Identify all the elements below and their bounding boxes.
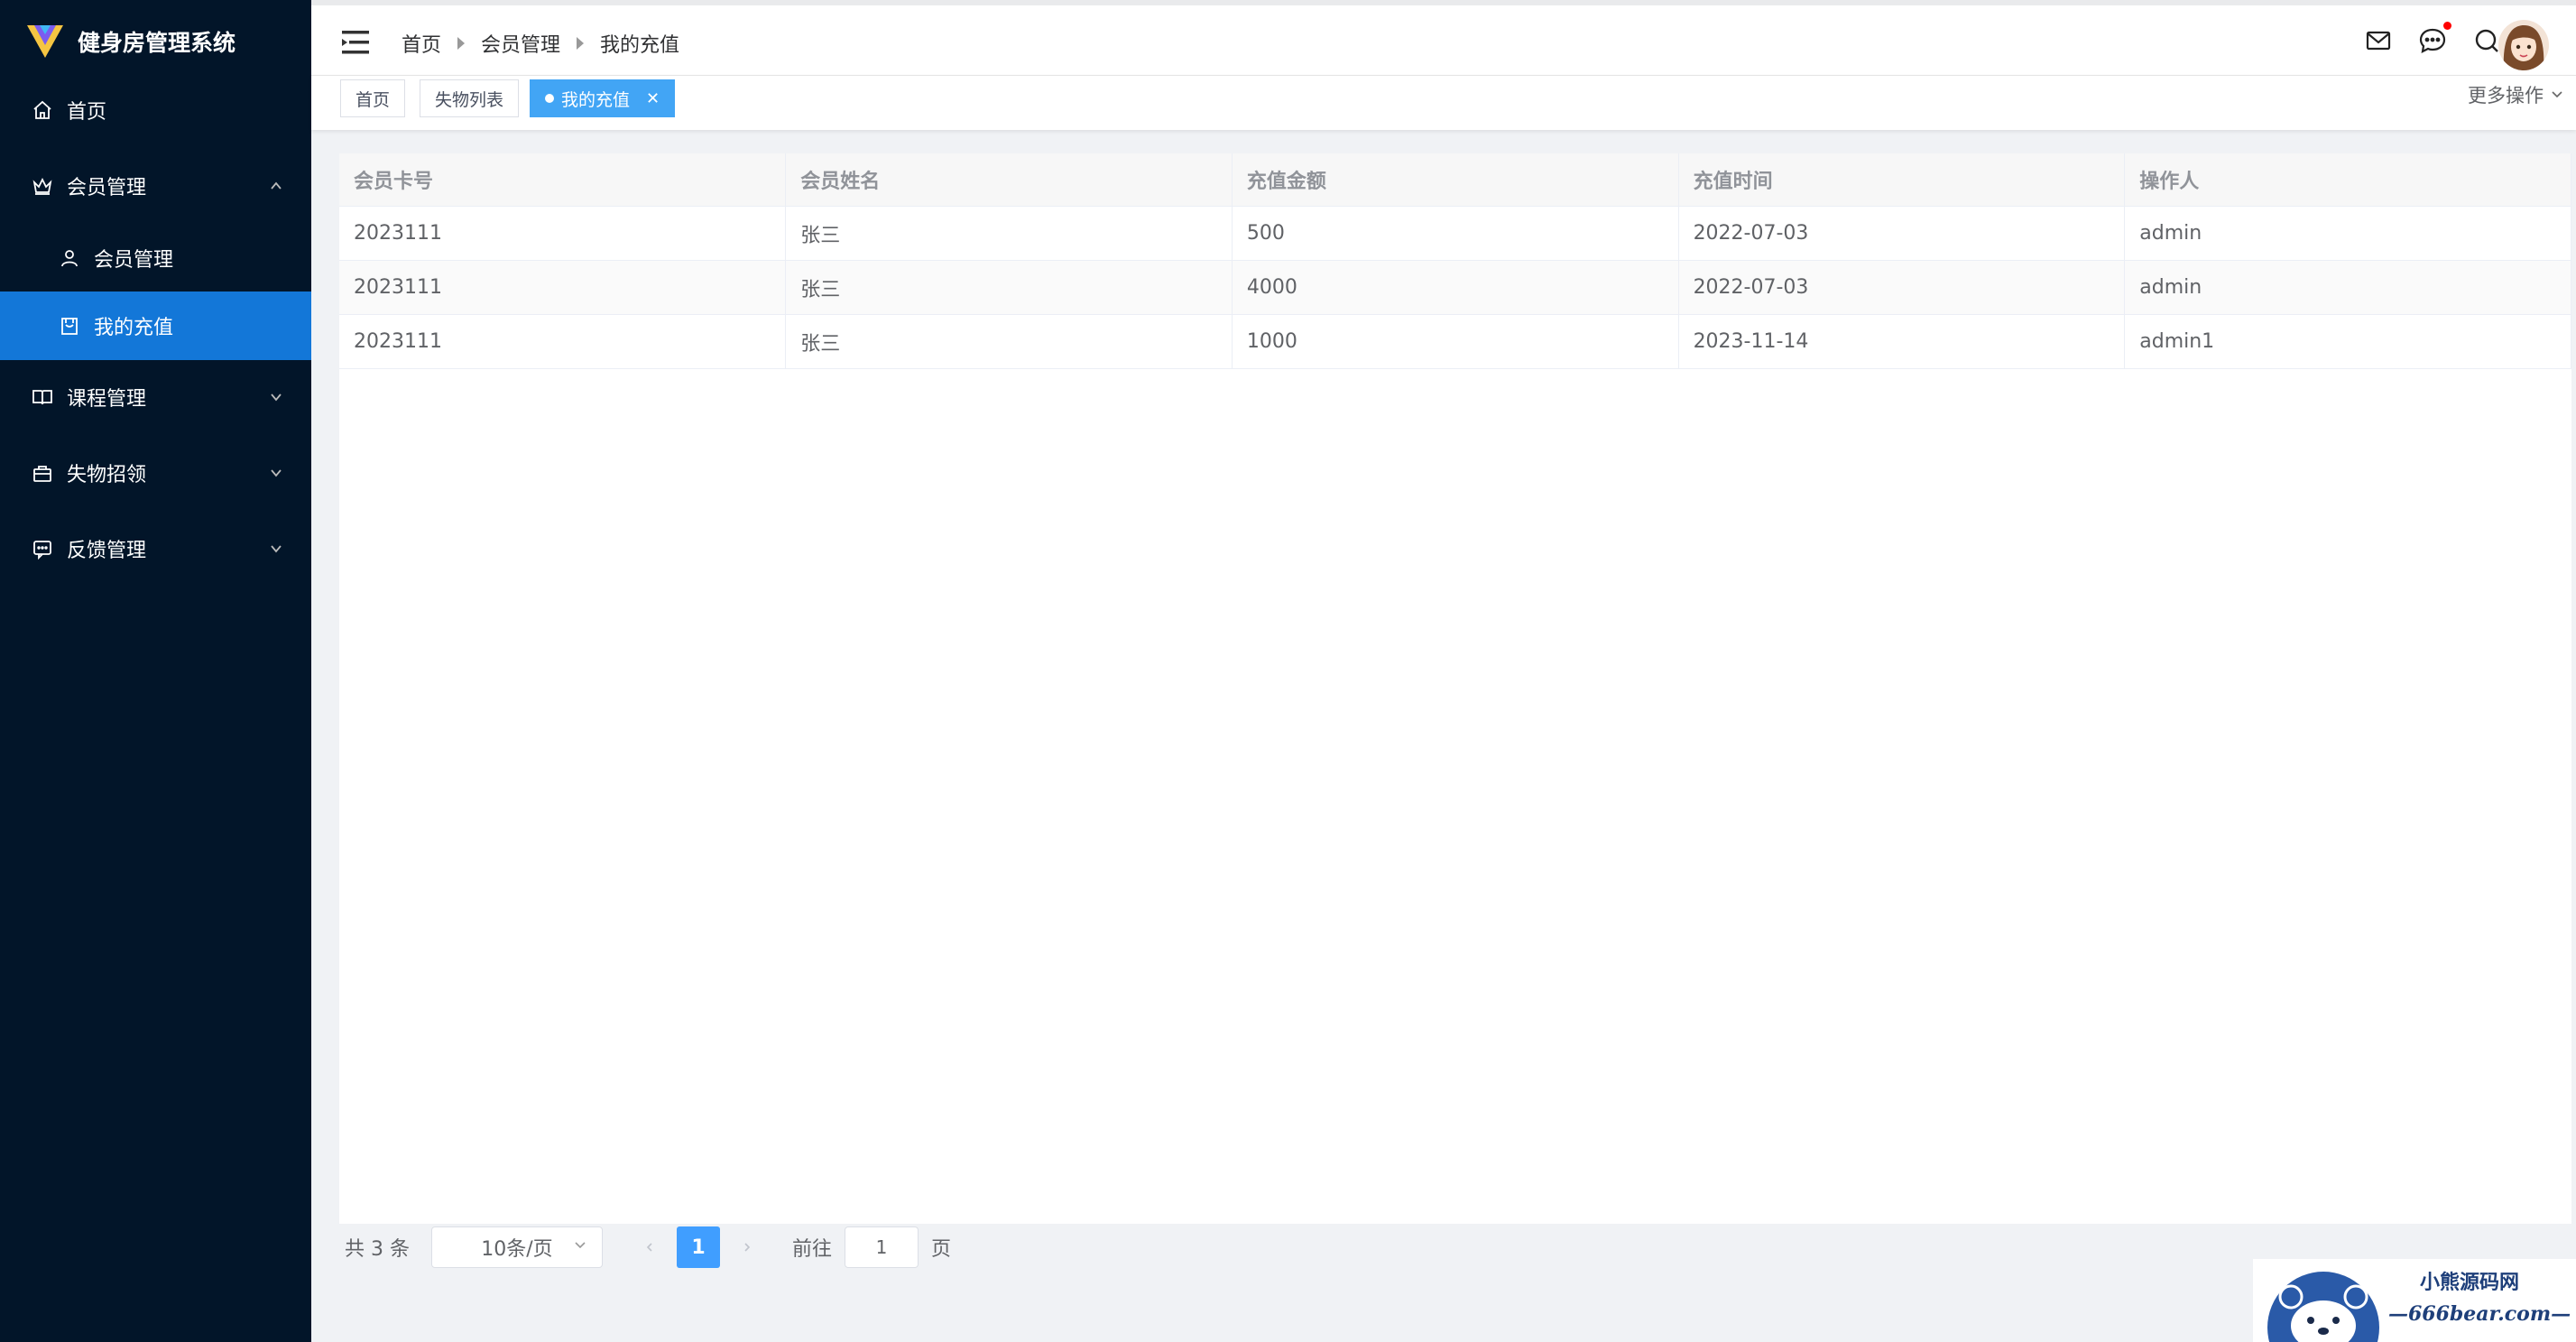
tag-lost-list[interactable]: 失物列表 bbox=[420, 79, 520, 117]
table-header-row: 会员卡号 会员姓名 充值金额 充值时间 操作人 bbox=[339, 153, 2571, 207]
chat-icon bbox=[31, 537, 54, 560]
table-row[interactable]: 2023111 张三 1000 2023-11-14 admin1 bbox=[339, 314, 2571, 369]
sidebar-item-label: 会员管理 bbox=[94, 249, 174, 272]
pagination-total: 共 3 条 bbox=[345, 1238, 410, 1261]
chevron-down-icon bbox=[575, 1242, 586, 1249]
tags-view-bar: 首页 失物列表 我的充值 ✕ 更多操作 bbox=[311, 76, 2576, 130]
sidebar-item-label: 反馈管理 bbox=[67, 540, 147, 562]
page-size-select[interactable]: 10条/页 bbox=[430, 1226, 603, 1268]
table-cell: 2023-11-14 bbox=[1678, 314, 2126, 369]
column-header: 操作人 bbox=[2124, 153, 2571, 207]
watermark-text: 小熊源码网 bbox=[2420, 1271, 2520, 1294]
brand: 健身房管理系统 bbox=[25, 18, 235, 65]
more-actions-dropdown[interactable]: 更多操作 bbox=[2468, 81, 2565, 108]
watermark: 小熊源码网 —666bear.com— bbox=[2253, 1259, 2576, 1342]
crown-icon bbox=[31, 174, 54, 198]
avatar[interactable] bbox=[2498, 20, 2549, 70]
breadcrumb-item[interactable]: 首页 bbox=[402, 29, 441, 58]
breadcrumb-item[interactable]: 会员管理 bbox=[481, 29, 560, 58]
table-cell: 4000 bbox=[1232, 260, 1679, 315]
active-dot-icon bbox=[545, 94, 554, 103]
breadcrumb-separator-icon bbox=[457, 37, 466, 50]
table-cell: 2023111 bbox=[339, 260, 787, 315]
table-cell: 2022-07-03 bbox=[1678, 206, 2126, 261]
table-cell: 500 bbox=[1232, 206, 1679, 261]
sidebar-item-label: 失物招领 bbox=[67, 464, 147, 486]
notification-dot bbox=[2443, 22, 2451, 30]
column-header: 会员姓名 bbox=[785, 153, 1233, 207]
watermark-url: —666bear.com— bbox=[2388, 1302, 2571, 1326]
tag-my-recharge[interactable]: 我的充值 ✕ bbox=[530, 79, 676, 117]
tag-home[interactable]: 首页 bbox=[340, 79, 406, 117]
chevron-down-icon bbox=[271, 393, 282, 402]
app-title: 健身房管理系统 bbox=[78, 30, 236, 56]
next-page-button[interactable] bbox=[727, 1226, 767, 1268]
recharge-table: 会员卡号 会员姓名 充值金额 充值时间 操作人 2023111 张三 500 2… bbox=[339, 153, 2571, 369]
table-cell: admin1 bbox=[2124, 314, 2571, 369]
tag-label: 失物列表 bbox=[435, 89, 504, 110]
table-cell: 2022-07-03 bbox=[1678, 260, 2126, 315]
sidebar-item-lost-found[interactable]: 失物招领 bbox=[0, 439, 311, 507]
breadcrumb-item: 我的充值 bbox=[600, 34, 680, 57]
pagination: 共 3 条 10条/页 1 前往 1 页 bbox=[345, 1226, 951, 1269]
breadcrumb: 首页 会员管理 我的充值 bbox=[402, 29, 679, 58]
table-cell: 张三 bbox=[785, 260, 1233, 315]
chevron-right-icon bbox=[744, 1243, 751, 1252]
table-cell: 2023111 bbox=[339, 206, 787, 261]
message-button[interactable] bbox=[2415, 22, 2451, 58]
sidebar-item-member-manage[interactable]: 会员管理 bbox=[0, 224, 311, 292]
calendar-icon bbox=[58, 314, 81, 338]
sidebar: 健身房管理系统 首页 会员管理 会员管理 我的充值 课程管理 失物招领 反馈管理 bbox=[0, 0, 311, 1342]
logo-icon bbox=[27, 25, 63, 58]
sidebar-item-members[interactable]: 会员管理 bbox=[0, 152, 311, 220]
avatar-image bbox=[2498, 20, 2549, 70]
table-cell: admin bbox=[2124, 206, 2571, 261]
table-panel: 会员卡号 会员姓名 充值金额 充值时间 操作人 2023111 张三 500 2… bbox=[339, 153, 2571, 1224]
table-cell: 1000 bbox=[1232, 314, 1679, 369]
chevron-down-icon bbox=[271, 545, 282, 553]
bear-logo-icon bbox=[2267, 1272, 2379, 1342]
bag-icon bbox=[31, 461, 54, 485]
sidebar-item-label: 我的充值 bbox=[94, 317, 174, 339]
menu-toggle-icon[interactable] bbox=[342, 29, 373, 56]
chevron-up-icon bbox=[271, 181, 282, 190]
page-number-current[interactable]: 1 bbox=[676, 1226, 720, 1268]
tag-label: 首页 bbox=[355, 89, 391, 110]
breadcrumb-separator-icon bbox=[577, 37, 585, 50]
column-header: 充值时间 bbox=[1678, 153, 2126, 207]
column-header: 会员卡号 bbox=[339, 153, 787, 207]
book-icon bbox=[31, 385, 54, 409]
table-cell: 2023111 bbox=[339, 314, 787, 369]
table-row[interactable]: 2023111 张三 4000 2022-07-03 admin bbox=[339, 260, 2571, 315]
sidebar-item-courses[interactable]: 课程管理 bbox=[0, 363, 311, 431]
sidebar-item-label: 课程管理 bbox=[67, 388, 147, 411]
mail-icon[interactable] bbox=[2361, 23, 2396, 58]
prev-page-button[interactable] bbox=[630, 1226, 669, 1268]
close-icon[interactable]: ✕ bbox=[646, 89, 660, 108]
home-icon bbox=[31, 98, 54, 122]
goto-page-input[interactable]: 1 bbox=[845, 1226, 919, 1268]
table-cell: 张三 bbox=[785, 206, 1233, 261]
sidebar-item-label: 会员管理 bbox=[67, 177, 147, 199]
user-icon bbox=[58, 246, 81, 270]
column-header: 充值金额 bbox=[1232, 153, 1679, 207]
tag-label: 我的充值 bbox=[561, 89, 631, 110]
table-cell: admin bbox=[2124, 260, 2571, 315]
chevron-down-icon bbox=[271, 469, 282, 477]
sidebar-item-label: 首页 bbox=[67, 101, 107, 124]
page-suffix: 页 bbox=[931, 1238, 952, 1261]
goto-label: 前往 bbox=[791, 1238, 832, 1261]
table-cell: 张三 bbox=[785, 314, 1233, 369]
sidebar-item-home[interactable]: 首页 bbox=[0, 76, 311, 144]
chevron-left-icon bbox=[646, 1243, 652, 1252]
table-row[interactable]: 2023111 张三 500 2022-07-03 admin bbox=[339, 206, 2571, 261]
sidebar-item-my-recharge[interactable]: 我的充值 bbox=[0, 292, 311, 360]
sidebar-item-feedback[interactable]: 反馈管理 bbox=[0, 514, 311, 583]
chevron-down-icon bbox=[2552, 91, 2562, 98]
more-actions-label: 更多操作 bbox=[2468, 85, 2544, 106]
page-size-value: 10条/页 bbox=[481, 1238, 553, 1261]
top-bar: 首页 会员管理 我的充值 bbox=[311, 0, 2576, 76]
